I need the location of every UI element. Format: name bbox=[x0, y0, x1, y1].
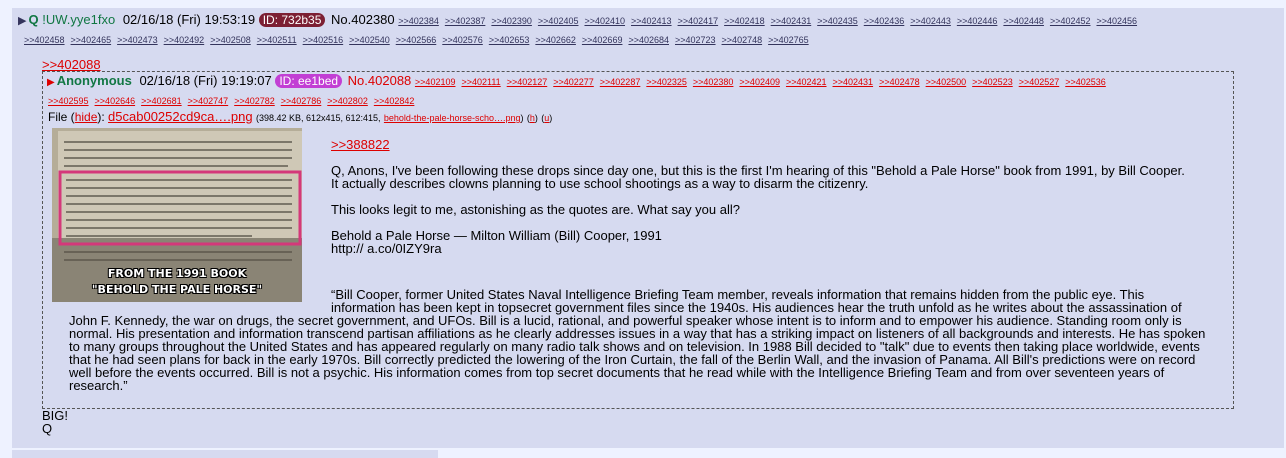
backlink[interactable]: >>402653 bbox=[489, 35, 530, 45]
backlinks-row-1: >>402384 >>402387 >>402390 >>402405 >>402410… bbox=[398, 12, 1143, 27]
backlink[interactable]: >>402456 bbox=[1096, 16, 1137, 26]
backlink[interactable]: >>402723 bbox=[675, 35, 716, 45]
backlink[interactable]: >>402842 bbox=[374, 96, 415, 106]
file-h-link[interactable]: h bbox=[530, 113, 535, 123]
backlink[interactable]: >>402277 bbox=[553, 77, 594, 87]
inline-quoted-post: ▶ Anonymous 02/16/18 (Fri) 19:19:07 ID: e… bbox=[42, 71, 1234, 409]
inner-poster-id-badge[interactable]: ID: ee1bed bbox=[275, 74, 343, 88]
body-quote-link[interactable]: >>388822 bbox=[331, 137, 390, 152]
body-quote-rest: John F. Kennedy, the war on drugs, the s… bbox=[69, 313, 1206, 393]
file-meta: (398.42 KB, 612x415, 612:415, bbox=[255, 113, 381, 123]
backlink[interactable]: >>402418 bbox=[724, 16, 765, 26]
post-body: >>388822 Q, Anons, I've been following t… bbox=[331, 138, 1191, 255]
backlink[interactable]: >>402435 bbox=[817, 16, 858, 26]
backlink[interactable]: >>402446 bbox=[957, 16, 998, 26]
original-filename-link[interactable]: behold-the-pale-horse-scho….png bbox=[384, 113, 521, 123]
backlink[interactable]: >>402500 bbox=[926, 77, 967, 87]
post-date: 02/16/18 (Fri) 19:53:19 bbox=[122, 12, 256, 27]
backlink[interactable]: >>402387 bbox=[445, 16, 486, 26]
backlink[interactable]: >>402786 bbox=[281, 96, 322, 106]
body-paragraph-1: Q, Anons, I've been following these drop… bbox=[331, 163, 1185, 191]
collapse-triangle-icon[interactable]: ▶ bbox=[18, 15, 26, 27]
thumbnail-caption-line-1: FROM THE 1991 BOOK bbox=[107, 267, 247, 280]
poster-name: Q bbox=[28, 12, 39, 27]
body-paragraph-2: This looks legit to me, astonishing as t… bbox=[331, 202, 740, 217]
quoted-post-link[interactable]: >>402088 bbox=[42, 57, 101, 72]
backlink[interactable]: >>402536 bbox=[1065, 77, 1106, 87]
q-post-header: ▶ Q !UW.yye1fxo 02/16/18 (Fri) 19:53:19 I… bbox=[18, 13, 1280, 28]
inner-poster-name: Anonymous bbox=[56, 73, 132, 88]
backlink[interactable]: >>402523 bbox=[972, 77, 1013, 87]
next-post-edge bbox=[12, 450, 438, 458]
backlink[interactable]: >>402410 bbox=[584, 16, 625, 26]
backlink[interactable]: >>402448 bbox=[1003, 16, 1044, 26]
backlink[interactable]: >>402436 bbox=[864, 16, 905, 26]
body-book-url: http:// a.co/0IZY9ra bbox=[331, 241, 442, 256]
backlink[interactable]: >>402802 bbox=[327, 96, 368, 106]
backlink[interactable]: >>402109 bbox=[415, 77, 456, 87]
backlink[interactable]: >>402748 bbox=[722, 35, 763, 45]
backlink[interactable]: >>402540 bbox=[349, 35, 390, 45]
backlink[interactable]: >>402492 bbox=[164, 35, 205, 45]
inner-post-date: 02/16/18 (Fri) 19:19:07 bbox=[139, 73, 272, 88]
hide-file-link[interactable]: hide bbox=[75, 110, 98, 124]
backlink[interactable]: >>402405 bbox=[538, 16, 579, 26]
tripcode: !UW.yye1fxo bbox=[42, 12, 116, 27]
file-name-link[interactable]: d5cab00252cd9ca….png bbox=[108, 109, 253, 124]
backlink[interactable]: >>402443 bbox=[910, 16, 951, 26]
backlink[interactable]: >>402516 bbox=[303, 35, 344, 45]
backlink[interactable]: >>402511 bbox=[257, 35, 297, 45]
backlink[interactable]: >>402325 bbox=[646, 77, 687, 87]
backlink[interactable]: >>402458 bbox=[24, 35, 65, 45]
backlink[interactable]: >>402681 bbox=[141, 96, 182, 106]
backlink[interactable]: >>402566 bbox=[396, 35, 437, 45]
backlink[interactable]: >>402576 bbox=[442, 35, 483, 45]
body-quote-block: “Bill Cooper, former United States Naval… bbox=[69, 288, 1209, 392]
expand-triangle-icon[interactable]: ▶ bbox=[47, 77, 55, 88]
backlink[interactable]: >>402409 bbox=[739, 77, 780, 87]
backlink[interactable]: >>402452 bbox=[1050, 16, 1091, 26]
post-number[interactable]: No.402380 bbox=[331, 12, 395, 27]
file-info: File (hide): d5cab00252cd9ca….png (398.4… bbox=[48, 109, 553, 125]
backlink[interactable]: >>402380 bbox=[693, 77, 734, 87]
backlink[interactable]: >>402747 bbox=[188, 96, 229, 106]
backlink[interactable]: >>402595 bbox=[48, 96, 89, 106]
backlink[interactable]: >>402287 bbox=[600, 77, 641, 87]
backlink[interactable]: >>402646 bbox=[95, 96, 136, 106]
backlink[interactable]: >>402413 bbox=[631, 16, 672, 26]
backlink[interactable]: >>402465 bbox=[71, 35, 112, 45]
backlink[interactable]: >>402384 bbox=[398, 16, 439, 26]
q-post: ▶ Q !UW.yye1fxo 02/16/18 (Fri) 19:53:19 I… bbox=[12, 8, 1284, 448]
backlink[interactable]: >>402473 bbox=[117, 35, 158, 45]
inner-backlinks-row-2: >>402595 >>402646 >>402681 >>402747 >>402782… bbox=[48, 93, 1228, 108]
image-thumbnail[interactable]: FROM THE 1991 BOOK "BEHOLD THE PALE HORS… bbox=[52, 128, 302, 302]
backlink[interactable]: >>402127 bbox=[507, 77, 548, 87]
backlink[interactable]: >>402417 bbox=[678, 16, 719, 26]
inner-post-number[interactable]: No.402088 bbox=[348, 73, 412, 88]
backlink[interactable]: >>402478 bbox=[879, 77, 920, 87]
backlink[interactable]: >>402527 bbox=[1019, 77, 1060, 87]
inner-post-header: ▶ Anonymous 02/16/18 (Fri) 19:19:07 ID: e… bbox=[47, 74, 1227, 90]
body-book-title: Behold a Pale Horse — Milton William (Bi… bbox=[331, 228, 662, 243]
body-quote-first: “Bill Cooper, former United States Naval… bbox=[331, 287, 1182, 315]
inner-backlinks-row-1: >>402109 >>402111 >>402127 >>402277 >>402287… bbox=[415, 73, 1112, 88]
file-u-link[interactable]: u bbox=[544, 113, 549, 123]
poster-id-badge[interactable]: ID: 732b35 bbox=[258, 13, 326, 27]
footer-line-2: Q bbox=[42, 421, 53, 436]
q-post-footer: BIG! Q bbox=[42, 409, 68, 435]
backlink[interactable]: >>402421 bbox=[786, 77, 827, 87]
backlink[interactable]: >>402782 bbox=[234, 96, 275, 106]
backlink[interactable]: >>402111 bbox=[461, 77, 500, 87]
backlink[interactable]: >>402669 bbox=[582, 35, 623, 45]
backlink[interactable]: >>402390 bbox=[491, 16, 532, 26]
backlinks-row-2: >>402458 >>402465 >>402473 >>402492 >>402508… bbox=[24, 32, 1274, 47]
backlink[interactable]: >>402684 bbox=[628, 35, 669, 45]
backlink[interactable]: >>402431 bbox=[833, 77, 874, 87]
backlink[interactable]: >>402508 bbox=[210, 35, 251, 45]
backlink[interactable]: >>402431 bbox=[771, 16, 812, 26]
file-label: File bbox=[48, 110, 68, 124]
backlink[interactable]: >>402765 bbox=[768, 35, 809, 45]
backlink[interactable]: >>402662 bbox=[535, 35, 576, 45]
